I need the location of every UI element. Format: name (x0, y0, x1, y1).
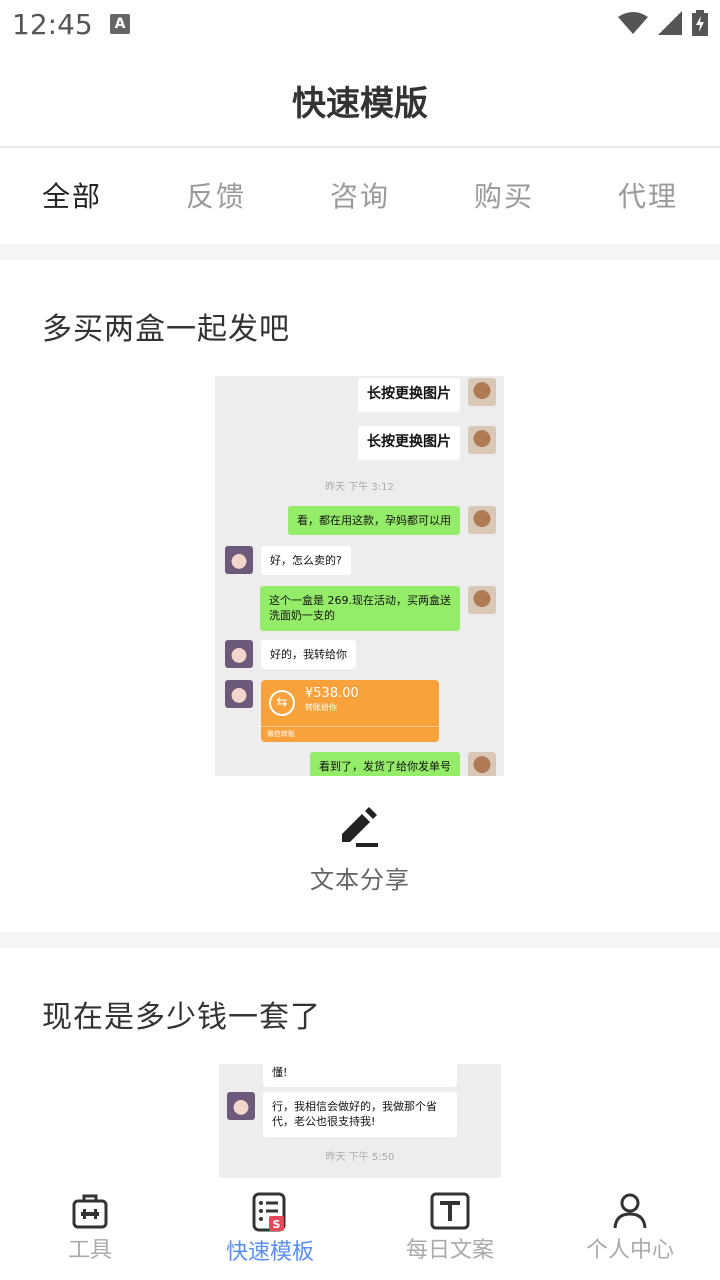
chat-bubble: 好的，我转给你 (261, 640, 356, 670)
template-card[interactable]: 多买两盒一起发吧 长按更换图片 长按更换图片 昨天 下午 3:12 看，都在用这… (0, 260, 720, 932)
chat-message-left: ⇆ ¥538.00 转账给你 微信转账 (225, 680, 439, 742)
template-doc-icon: S (252, 1192, 286, 1232)
tab-all[interactable]: 全部 (0, 150, 144, 244)
chat-message-left: 好，怎么卖的? (225, 546, 351, 576)
chat-bubble: 行，我相信会做好的，我做那个省代，老公也很支持我! (263, 1092, 457, 1137)
svg-text:S: S (273, 1218, 281, 1231)
transfer-icon: ⇆ (269, 690, 295, 716)
avatar (225, 546, 253, 574)
wifi-icon (618, 12, 648, 34)
tab-consult[interactable]: 咨询 (288, 150, 432, 244)
chat-bubble: 长按更换图片 (358, 378, 460, 412)
transfer-card: ⇆ ¥538.00 转账给你 微信转账 (261, 680, 439, 742)
section-divider (0, 244, 720, 260)
chat-preview-image[interactable]: 懂! 行，我相信会做好的，我做那个省代，老公也很支持我! 昨天 下午 5:50 (219, 1064, 501, 1178)
section-divider (0, 932, 720, 948)
text-t-icon (430, 1192, 470, 1230)
text-share-button[interactable]: 文本分享 (0, 806, 720, 895)
chat-bubble: 好，怎么卖的? (261, 546, 351, 576)
chat-message-right: 长按更换图片 (358, 378, 496, 412)
page-title: 快速模版 (292, 84, 428, 124)
signal-icon (658, 11, 682, 35)
avatar (227, 1092, 255, 1120)
card-title: 多买两盒一起发吧 (42, 312, 290, 347)
tab-agent[interactable]: 代理 (576, 150, 720, 244)
share-label: 文本分享 (310, 866, 410, 894)
nav-tools[interactable]: 工具 (0, 1178, 180, 1280)
avatar (468, 426, 496, 454)
chat-bubble: 这个一盒是 269.现在活动，买两盒送洗面奶一支的 (260, 586, 460, 631)
chat-preview-image[interactable]: 长按更换图片 长按更换图片 昨天 下午 3:12 看，都在用这款，孕妈都可以用 … (215, 376, 504, 776)
transfer-amount: ¥538.00 (305, 686, 359, 701)
toolbox-icon (72, 1194, 108, 1229)
avatar (468, 506, 496, 534)
chat-message-right: 长按更换图片 (358, 426, 496, 460)
transfer-footer: 微信转账 (261, 726, 439, 742)
chat-message-right: 看，都在用这款，孕妈都可以用 (288, 506, 496, 536)
tab-feedback[interactable]: 反馈 (144, 150, 288, 244)
nav-label: 工具 (67, 1238, 112, 1263)
chat-message-left: 好的，我转给你 (225, 640, 356, 670)
tab-purchase[interactable]: 购买 (432, 150, 576, 244)
card-title: 现在是多少钱一套了 (42, 1000, 321, 1035)
nav-label: 个人中心 (585, 1238, 674, 1263)
status-time: 12:45 (12, 8, 93, 41)
avatar (468, 378, 496, 406)
template-card[interactable]: 现在是多少钱一套了 懂! 行，我相信会做好的，我做那个省代，老公也很支持我! 昨… (0, 948, 720, 1178)
chat-message-right: 看到了，发货了给你发单号 (310, 752, 496, 776)
nav-quick-templates[interactable]: S 快速模板 (180, 1178, 360, 1280)
chat-bubble: 长按更换图片 (358, 426, 460, 460)
edit-pencil-icon (342, 807, 378, 847)
chat-message-left: 行，我相信会做好的，我做那个省代，老公也很支持我! (227, 1092, 457, 1137)
chat-message-right: 这个一盒是 269.现在活动，买两盒送洗面奶一支的 (260, 586, 496, 631)
avatar (225, 680, 253, 708)
chat-bubble: 看到了，发货了给你发单号 (310, 752, 460, 776)
avatar (468, 752, 496, 776)
nav-profile[interactable]: 个人中心 (540, 1178, 720, 1280)
bottom-navigation: 工具 S 快速模板 每日文案 个人中心 (0, 1178, 720, 1280)
chat-message-left: 懂! (263, 1064, 457, 1088)
person-icon (613, 1193, 647, 1229)
nav-daily-copy[interactable]: 每日文案 (360, 1178, 540, 1280)
avatar (225, 640, 253, 668)
chat-timestamp: 昨天 下午 3:12 (325, 482, 394, 493)
app-header: 快速模版 (0, 48, 720, 148)
nav-label: 快速模板 (225, 1240, 314, 1265)
system-icons (618, 10, 708, 36)
avatar (468, 586, 496, 614)
notification-a-icon: A (110, 14, 130, 34)
chat-bubble: 懂! (263, 1064, 457, 1088)
chat-bubble: 看，都在用这款，孕妈都可以用 (288, 506, 460, 536)
status-bar: 12:45 A (0, 0, 720, 48)
chat-timestamp: 昨天 下午 5:50 (325, 1152, 395, 1163)
nav-label: 每日文案 (405, 1238, 494, 1263)
category-tabs: 全部 反馈 咨询 购买 代理 (0, 150, 720, 244)
battery-icon (692, 10, 708, 36)
transfer-subtitle: 转账给你 (305, 703, 337, 712)
